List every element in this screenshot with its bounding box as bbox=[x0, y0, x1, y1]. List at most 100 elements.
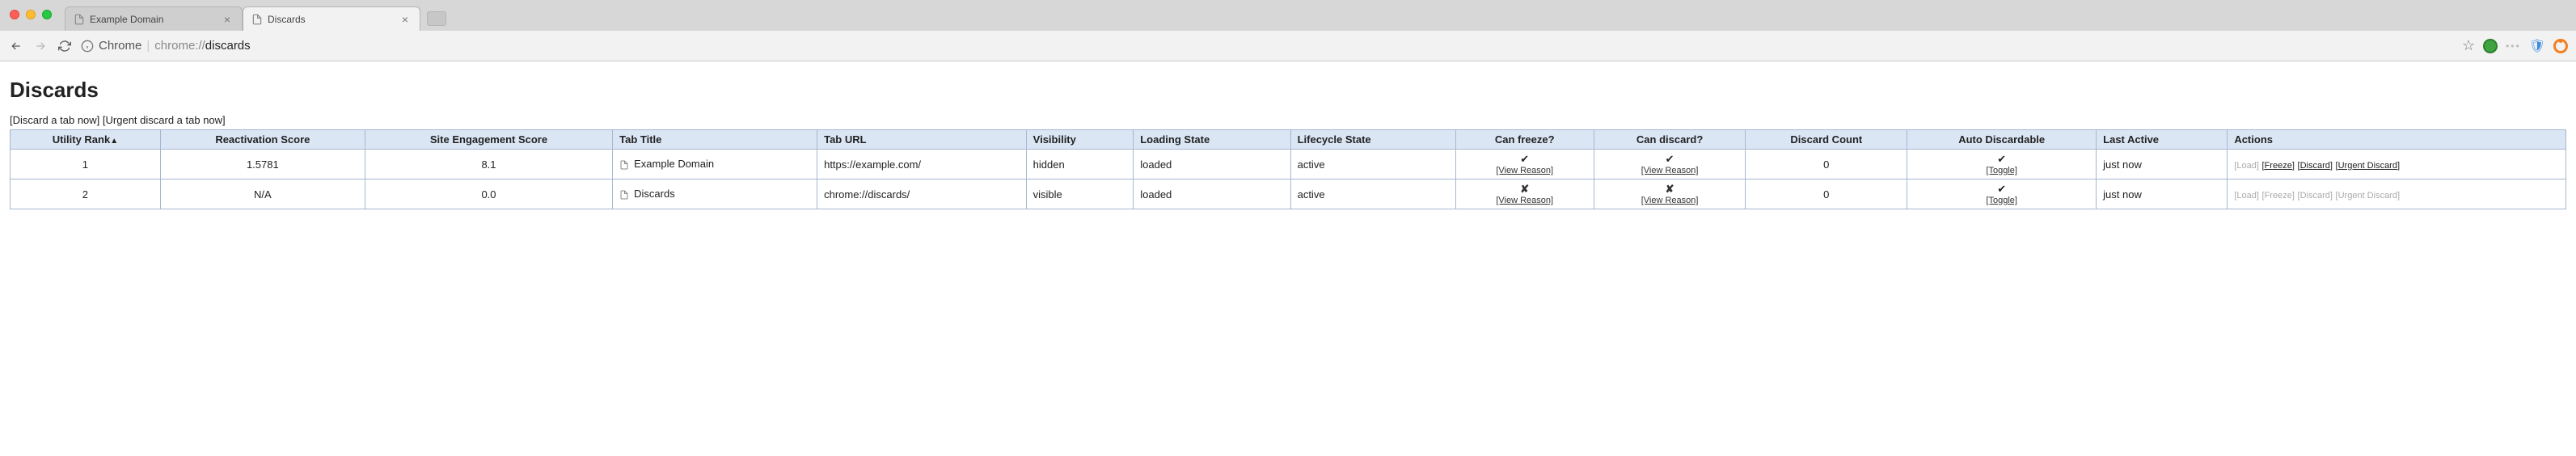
table-row: 2N/A0.0Discardschrome://discards/visible… bbox=[11, 179, 2566, 209]
maximize-window-button[interactable] bbox=[42, 10, 52, 19]
cell-tab-title: Example Domain bbox=[613, 150, 817, 179]
extension-orange-icon[interactable] bbox=[2553, 39, 2568, 53]
col-actions[interactable]: Actions bbox=[2228, 130, 2566, 150]
bookmark-star-icon[interactable]: ☆ bbox=[2462, 37, 2475, 54]
col-can-freeze[interactable]: Can freeze? bbox=[1455, 130, 1594, 150]
col-can-discard[interactable]: Can discard? bbox=[1594, 130, 1746, 150]
cell-can-freeze: ✘[View Reason] bbox=[1455, 179, 1594, 209]
cell-auto-discardable: ✔[Toggle] bbox=[1907, 179, 2097, 209]
view-reason-link[interactable]: [View Reason] bbox=[1463, 196, 1587, 205]
minimize-window-button[interactable] bbox=[26, 10, 36, 19]
cell-tab-url: https://example.com/ bbox=[817, 150, 1027, 179]
action-urgent-discard: [Urgent Discard] bbox=[2336, 191, 2400, 201]
toggle-link[interactable]: [Toggle] bbox=[1914, 166, 2089, 175]
tab-title: Discards bbox=[268, 14, 399, 25]
cell-reactivation-score: N/A bbox=[160, 179, 365, 209]
action-load: [Load] bbox=[2234, 161, 2259, 171]
back-button[interactable] bbox=[8, 38, 24, 54]
table-header-row: Utility Rank▲ Reactivation Score Site En… bbox=[11, 130, 2566, 150]
cell-site-engagement: 0.0 bbox=[365, 179, 612, 209]
col-utility-rank[interactable]: Utility Rank▲ bbox=[11, 130, 161, 150]
col-lifecycle-state[interactable]: Lifecycle State bbox=[1290, 130, 1455, 150]
action-freeze: [Freeze] bbox=[2262, 191, 2295, 201]
info-icon[interactable] bbox=[81, 40, 94, 53]
browser-tab-strip: Example Domain × Discards × bbox=[0, 0, 2576, 31]
address-bar[interactable]: Chrome | chrome://discards bbox=[81, 39, 2454, 53]
col-tab-url[interactable]: Tab URL bbox=[817, 130, 1027, 150]
cross-icon: ✘ bbox=[1666, 183, 1674, 195]
view-reason-link[interactable]: [View Reason] bbox=[1601, 166, 1739, 175]
action-load: [Load] bbox=[2234, 191, 2259, 201]
cross-icon: ✘ bbox=[1520, 183, 1529, 195]
cell-tab-title: Discards bbox=[613, 179, 817, 209]
cell-tab-url: chrome://discards/ bbox=[817, 179, 1027, 209]
cell-lifecycle-state: active bbox=[1290, 150, 1455, 179]
address-separator: | bbox=[146, 39, 150, 53]
extension-shield-icon[interactable]: 🛡 bbox=[2529, 38, 2545, 54]
urgent-discard-now-link[interactable]: [Urgent discard a tab now] bbox=[103, 114, 226, 126]
cell-last-active: just now bbox=[2097, 179, 2228, 209]
discards-table: Utility Rank▲ Reactivation Score Site En… bbox=[10, 129, 2566, 209]
discard-now-link[interactable]: [Discard a tab now] bbox=[10, 114, 99, 126]
cell-lifecycle-state: active bbox=[1290, 179, 1455, 209]
page-title: Discards bbox=[10, 78, 2566, 103]
address-url-path: discards bbox=[205, 39, 251, 53]
action-freeze[interactable]: [Freeze] bbox=[2262, 161, 2295, 171]
sort-asc-icon: ▲ bbox=[110, 137, 118, 146]
file-icon bbox=[251, 14, 263, 25]
col-loading-state[interactable]: Loading State bbox=[1134, 130, 1290, 150]
reload-button[interactable] bbox=[57, 38, 73, 54]
browser-tab-inactive[interactable]: Example Domain × bbox=[65, 6, 243, 31]
window-controls bbox=[10, 10, 52, 19]
action-discard: [Discard] bbox=[2298, 191, 2333, 201]
check-icon: ✔ bbox=[1666, 153, 1674, 165]
cell-actions: [Load] [Freeze] [Discard] [Urgent Discar… bbox=[2228, 150, 2566, 179]
address-url-prefix: chrome:// bbox=[154, 39, 205, 53]
cell-utility-rank: 2 bbox=[11, 179, 161, 209]
tab-title: Example Domain bbox=[90, 14, 221, 25]
cell-loading-state: loaded bbox=[1134, 150, 1290, 179]
page-content: Discards [Discard a tab now] [Urgent dis… bbox=[0, 61, 2576, 217]
close-tab-icon[interactable]: × bbox=[399, 13, 412, 26]
cell-discard-count: 0 bbox=[1746, 179, 1907, 209]
file-icon bbox=[74, 14, 85, 25]
toolbar-right: ☆ ••• 🛡 bbox=[2462, 37, 2568, 54]
cell-can-discard: ✘[View Reason] bbox=[1594, 179, 1746, 209]
extension-green-icon[interactable] bbox=[2483, 39, 2498, 53]
cell-visibility: hidden bbox=[1026, 150, 1134, 179]
check-icon: ✔ bbox=[1997, 153, 2006, 165]
address-scheme: Chrome bbox=[99, 39, 141, 53]
extension-dots-icon[interactable]: ••• bbox=[2506, 40, 2521, 52]
col-last-active[interactable]: Last Active bbox=[2097, 130, 2228, 150]
cell-reactivation-score: 1.5781 bbox=[160, 150, 365, 179]
cell-auto-discardable: ✔[Toggle] bbox=[1907, 150, 2097, 179]
view-reason-link[interactable]: [View Reason] bbox=[1601, 196, 1739, 205]
col-auto-discardable[interactable]: Auto Discardable bbox=[1907, 130, 2097, 150]
view-reason-link[interactable]: [View Reason] bbox=[1463, 166, 1587, 175]
cell-utility-rank: 1 bbox=[11, 150, 161, 179]
action-discard[interactable]: [Discard] bbox=[2298, 161, 2333, 171]
col-tab-title[interactable]: Tab Title bbox=[613, 130, 817, 150]
col-discard-count[interactable]: Discard Count bbox=[1746, 130, 1907, 150]
cell-can-discard: ✔[View Reason] bbox=[1594, 150, 1746, 179]
col-site-engagement[interactable]: Site Engagement Score bbox=[365, 130, 612, 150]
forward-button[interactable] bbox=[32, 38, 49, 54]
cell-discard-count: 0 bbox=[1746, 150, 1907, 179]
cell-last-active: just now bbox=[2097, 150, 2228, 179]
new-tab-button[interactable] bbox=[427, 11, 446, 26]
browser-tab-active[interactable]: Discards × bbox=[243, 6, 420, 31]
cell-loading-state: loaded bbox=[1134, 179, 1290, 209]
close-tab-icon[interactable]: × bbox=[221, 13, 234, 26]
action-urgent-discard[interactable]: [Urgent Discard] bbox=[2336, 161, 2400, 171]
cell-actions: [Load] [Freeze] [Discard] [Urgent Discar… bbox=[2228, 179, 2566, 209]
col-visibility[interactable]: Visibility bbox=[1026, 130, 1134, 150]
browser-toolbar: Chrome | chrome://discards ☆ ••• 🛡 bbox=[0, 31, 2576, 61]
col-reactivation-score[interactable]: Reactivation Score bbox=[160, 130, 365, 150]
cell-can-freeze: ✔[View Reason] bbox=[1455, 150, 1594, 179]
quick-actions: [Discard a tab now] [Urgent discard a ta… bbox=[10, 114, 2566, 126]
check-icon: ✔ bbox=[1520, 153, 1529, 165]
check-icon: ✔ bbox=[1997, 183, 2006, 195]
close-window-button[interactable] bbox=[10, 10, 19, 19]
toggle-link[interactable]: [Toggle] bbox=[1914, 196, 2089, 205]
cell-site-engagement: 8.1 bbox=[365, 150, 612, 179]
